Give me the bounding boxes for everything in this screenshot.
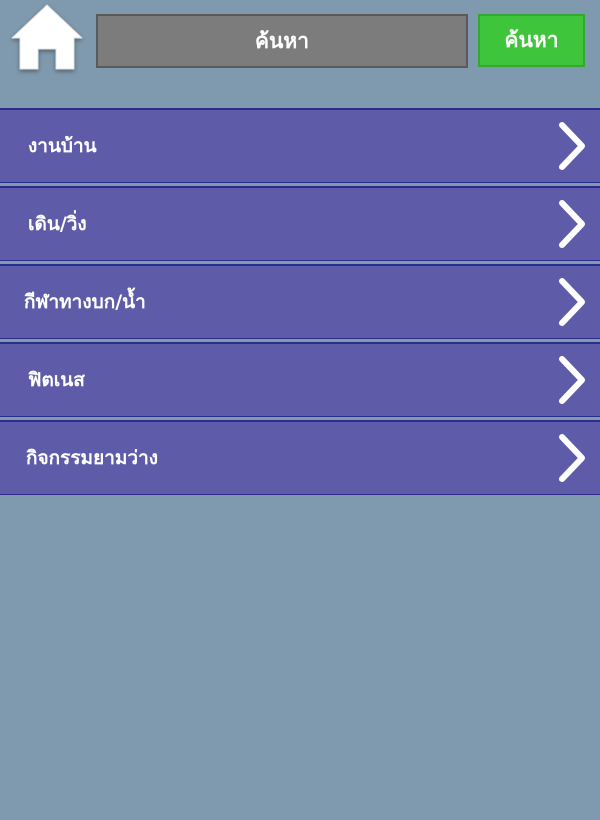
- chevron-right-icon: [559, 200, 585, 248]
- category-item-walk-run[interactable]: เดิน/วิ่ง: [0, 186, 600, 261]
- chevron-right-icon: [559, 122, 585, 170]
- search-button[interactable]: ค้นหา: [478, 14, 585, 67]
- chevron-right-icon: [559, 278, 585, 326]
- category-item-leisure[interactable]: กิจกรรมยามว่าง: [0, 420, 600, 495]
- home-button[interactable]: [10, 2, 84, 74]
- chevron-right-icon: [559, 356, 585, 404]
- category-label: ฟิตเนส: [28, 369, 85, 391]
- category-label: กีฬาทางบก/น้ำ: [24, 291, 146, 313]
- category-label: กิจกรรมยามว่าง: [26, 447, 159, 469]
- category-item-land-water-sports[interactable]: กีฬาทางบก/น้ำ: [0, 264, 600, 339]
- home-icon: [11, 4, 83, 70]
- search-input[interactable]: [96, 14, 468, 68]
- category-list: งานบ้าน เดิน/วิ่ง กีฬาทางบก/น้ำ ฟิตเนส ก…: [0, 108, 600, 498]
- category-item-fitness[interactable]: ฟิตเนส: [0, 342, 600, 417]
- category-label: งานบ้าน: [28, 135, 97, 157]
- category-label: เดิน/วิ่ง: [28, 213, 87, 235]
- chevron-right-icon: [559, 434, 585, 482]
- category-item-housework[interactable]: งานบ้าน: [0, 108, 600, 183]
